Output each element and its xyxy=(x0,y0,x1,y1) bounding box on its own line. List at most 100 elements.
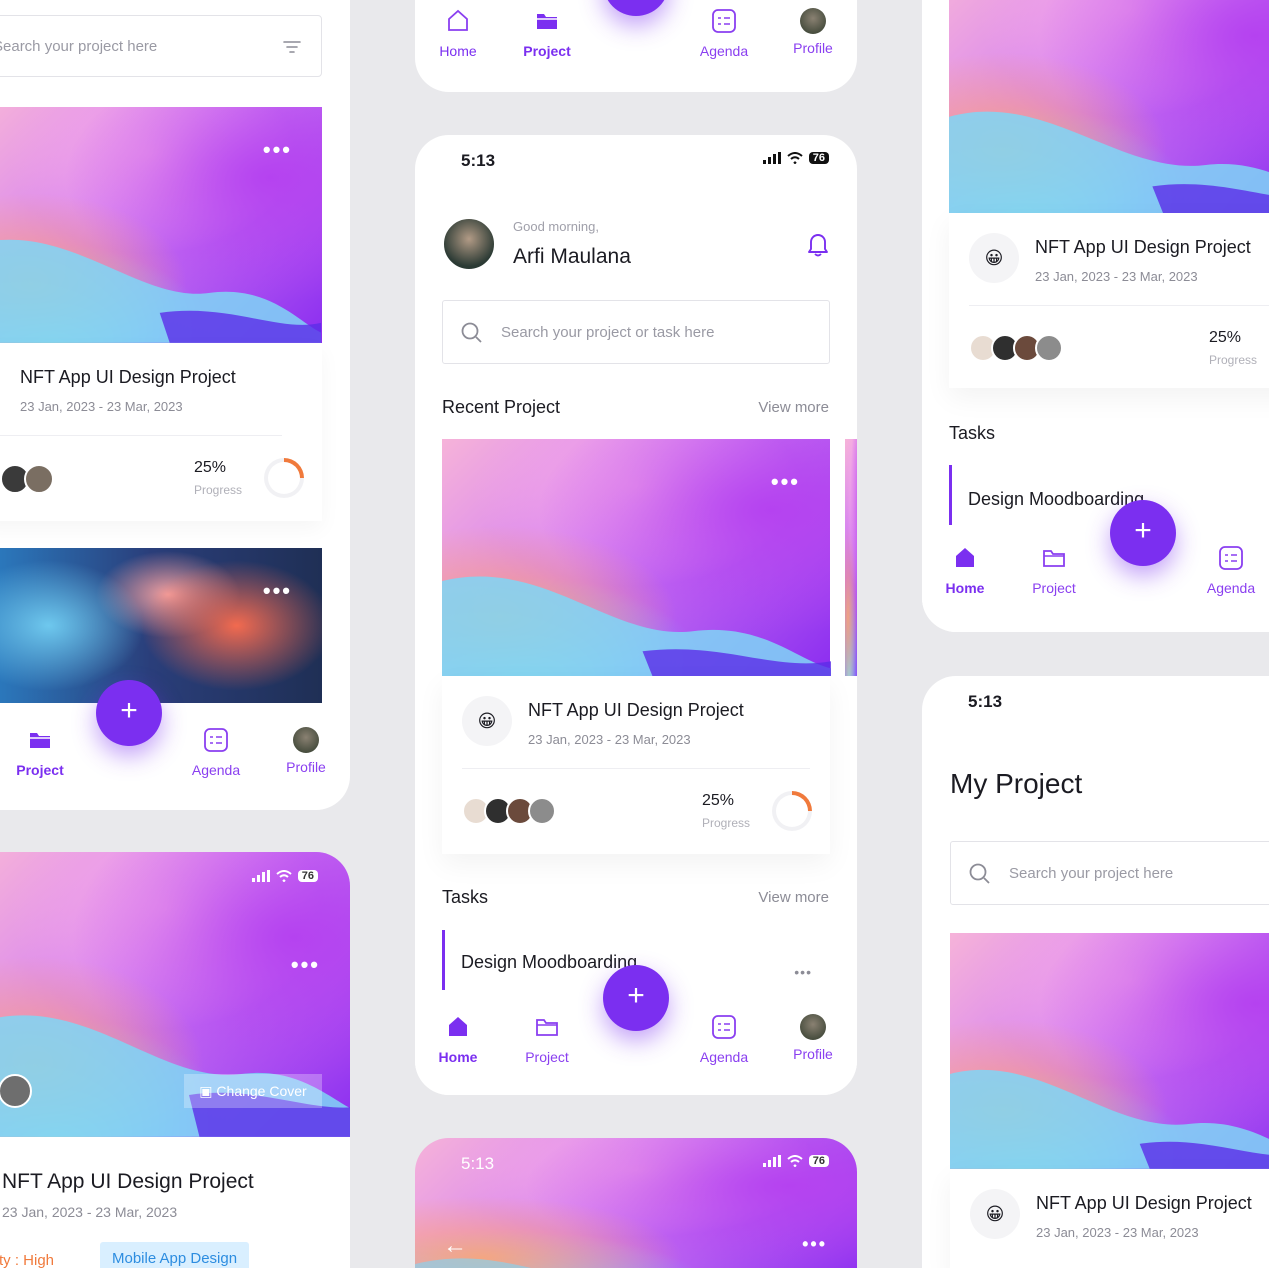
nav-profile[interactable]: Profile xyxy=(276,727,336,775)
nav-profile[interactable]: Profile xyxy=(783,8,843,56)
project-emoji-icon: 😀 xyxy=(970,1189,1020,1239)
image-icon: ▣ xyxy=(199,1083,213,1099)
view-more-link[interactable]: View more xyxy=(758,399,829,416)
search-icon xyxy=(461,322,482,343)
greeting-text: Good morning, xyxy=(513,219,599,234)
recent-project-title: Recent Project xyxy=(442,397,561,417)
card-menu-icon[interactable]: ••• xyxy=(263,137,292,163)
nav-home[interactable]: Home xyxy=(428,8,488,59)
nav-agenda-label: Agenda xyxy=(1206,580,1256,596)
add-fab-button[interactable]: + xyxy=(1110,500,1176,566)
search-input[interactable]: Search your project or task here xyxy=(442,300,830,364)
progress-label: Progress xyxy=(702,816,751,830)
cover-title: NFT App UI Design Project xyxy=(2,1170,254,1193)
nav-agenda[interactable]: Agenda xyxy=(694,8,754,59)
change-cover-label: Change Cover xyxy=(216,1083,307,1099)
nav-home-label: Home xyxy=(438,1049,478,1065)
view-more-link[interactable]: View more xyxy=(758,889,829,906)
page-title: My Project xyxy=(950,768,1083,799)
nav-agenda[interactable]: Agenda xyxy=(186,727,246,778)
card-menu-icon[interactable]: ••• xyxy=(291,952,320,978)
tag-badge: Mobile App Design xyxy=(100,1242,250,1268)
nav-project[interactable]: Project xyxy=(517,1014,577,1065)
nav-profile-label: Profile xyxy=(286,759,326,775)
project-emoji-icon: 😀 xyxy=(969,233,1019,283)
notification-bell-icon[interactable] xyxy=(807,231,829,262)
card-menu-icon[interactable]: ••• xyxy=(802,1234,827,1255)
agenda-icon xyxy=(204,728,228,752)
status-time: 5:13 xyxy=(968,692,1003,711)
left-phone-top: Search your project here ••• NFT App UI … xyxy=(0,0,350,810)
back-arrow-icon[interactable]: ← xyxy=(443,1232,467,1260)
nav-project[interactable]: Project xyxy=(1024,545,1084,596)
project-title: NFT App UI Design Project xyxy=(528,700,744,720)
profile-avatar xyxy=(293,727,319,753)
progress-percent: 25% xyxy=(194,459,227,476)
project-dates: 23 Jan, 2023 - 23 Mar, 2023 xyxy=(1036,1225,1199,1240)
search-input[interactable]: Search your project here xyxy=(0,15,322,77)
nav-agenda[interactable]: Agenda xyxy=(694,1014,754,1065)
card-menu-icon[interactable]: ••• xyxy=(263,578,292,604)
right-phone-top: 😀 NFT App UI Design Project 23 Jan, 2023… xyxy=(922,0,1269,632)
project-cover-image[interactable]: ••• xyxy=(442,439,832,676)
project-cover-image[interactable] xyxy=(950,933,1269,1169)
nav-profile-label: Profile xyxy=(793,40,833,56)
battery-indicator: 76 xyxy=(297,870,318,882)
nav-profile[interactable]: Profile xyxy=(783,1014,843,1062)
center-phone-top: + Home Project Agenda Profile xyxy=(415,0,857,92)
project-dates: 23 Jan, 2023 - 23 Mar, 2023 xyxy=(1035,269,1198,284)
nav-project-label: Project xyxy=(16,762,64,778)
add-fab-button[interactable]: + xyxy=(603,965,669,1031)
wifi-icon xyxy=(787,152,803,164)
nav-project[interactable]: Project xyxy=(517,8,577,59)
divider xyxy=(0,435,282,436)
agenda-icon xyxy=(1219,546,1243,570)
agenda-icon xyxy=(712,1015,736,1039)
user-avatar[interactable] xyxy=(442,217,496,271)
nav-home[interactable]: Home xyxy=(935,545,995,596)
nav-home[interactable]: Home xyxy=(428,1014,488,1065)
signal-icon xyxy=(251,870,270,882)
nav-project-label: Project xyxy=(1032,580,1076,596)
nav-home-label: Home xyxy=(439,43,477,59)
user-name: Arfi Maulana xyxy=(513,245,631,268)
project-title: NFT App UI Design Project xyxy=(1036,1193,1252,1213)
card-menu-icon[interactable]: ••• xyxy=(771,469,800,495)
nav-agenda-label: Agenda xyxy=(699,43,749,59)
nav-agenda[interactable]: Agenda xyxy=(1201,545,1261,596)
home-icon xyxy=(449,1017,467,1036)
avatar xyxy=(528,797,556,825)
progress-label: Progress xyxy=(194,483,243,497)
project-card-info[interactable]: 😀 NFT App UI Design Project 23 Jan, 2023… xyxy=(442,676,830,854)
project-cover-image[interactable] xyxy=(949,0,1269,213)
search-input[interactable]: Search your project here xyxy=(950,841,1269,905)
cover-dates: 23 Jan, 2023 - 23 Mar, 2023 xyxy=(2,1204,178,1220)
project-title: NFT App UI Design Project xyxy=(1035,237,1251,257)
task-menu-icon[interactable]: ••• xyxy=(794,964,812,980)
project-cover-image: 76 ••• ▣ Change Cover xyxy=(0,852,350,1137)
filter-icon[interactable] xyxy=(283,40,301,58)
nav-agenda-label: Agenda xyxy=(191,762,241,778)
change-cover-button[interactable]: ▣ Change Cover xyxy=(184,1074,322,1108)
task-card[interactable]: Design Moodboarding xyxy=(949,465,1269,525)
search-placeholder: Search your project or task here xyxy=(501,324,715,341)
project-card-info[interactable]: NFT App UI Design Project 23 Jan, 2023 -… xyxy=(0,343,322,521)
project-emoji-icon: 😀 xyxy=(462,696,512,746)
profile-avatar xyxy=(800,1014,826,1040)
status-bar: 76 xyxy=(762,1155,829,1167)
nav-project[interactable]: Project xyxy=(10,727,70,778)
divider xyxy=(969,305,1269,306)
project-card-info[interactable]: 😀 NFT App UI Design Project 23 Jan, 2023… xyxy=(950,1169,1269,1268)
next-card-peek xyxy=(845,439,857,676)
task-title: Design Moodboarding xyxy=(461,952,638,972)
add-fab-button[interactable]: + xyxy=(96,680,162,746)
project-card-info[interactable]: 😀 NFT App UI Design Project 23 Jan, 2023… xyxy=(949,213,1269,388)
bottom-nav: + Home Project Agenda xyxy=(922,500,1269,632)
center-phone-bottom: 5:13 76 ← ••• xyxy=(415,1138,857,1268)
nav-home-label: Home xyxy=(945,580,985,596)
nav-project-label: Project xyxy=(525,1049,569,1065)
center-phone-main: 5:13 76 Good morning, Arfi Maulana Searc… xyxy=(415,135,857,1095)
wifi-icon xyxy=(787,1155,803,1167)
add-fab-button[interactable]: + xyxy=(603,0,669,16)
progress-percent: 25% xyxy=(1209,329,1242,346)
